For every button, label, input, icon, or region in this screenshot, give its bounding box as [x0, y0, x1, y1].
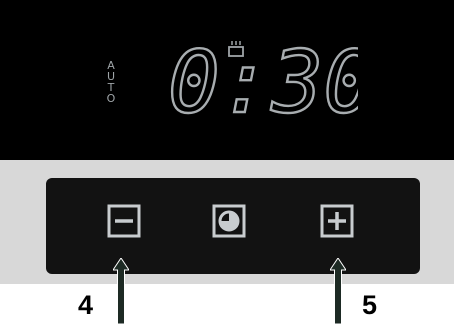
time-readout: 0:30 — [168, 36, 358, 120]
plus-icon — [320, 204, 354, 238]
time-display-panel: AUTO 0:30 — [0, 0, 454, 160]
arrow-up-icon — [330, 258, 346, 324]
minus-button[interactable] — [107, 204, 141, 238]
clock-icon — [212, 204, 246, 238]
minus-icon — [107, 204, 141, 238]
time-digits: 0:30 — [168, 36, 358, 120]
callout-number-plus: 5 — [362, 290, 378, 320]
arrow-up-icon — [113, 258, 129, 324]
timer-button[interactable] — [212, 204, 246, 238]
auto-mode-indicator: AUTO — [106, 59, 116, 105]
callout-number-minus: 4 — [78, 290, 94, 320]
plus-button[interactable] — [320, 204, 354, 238]
